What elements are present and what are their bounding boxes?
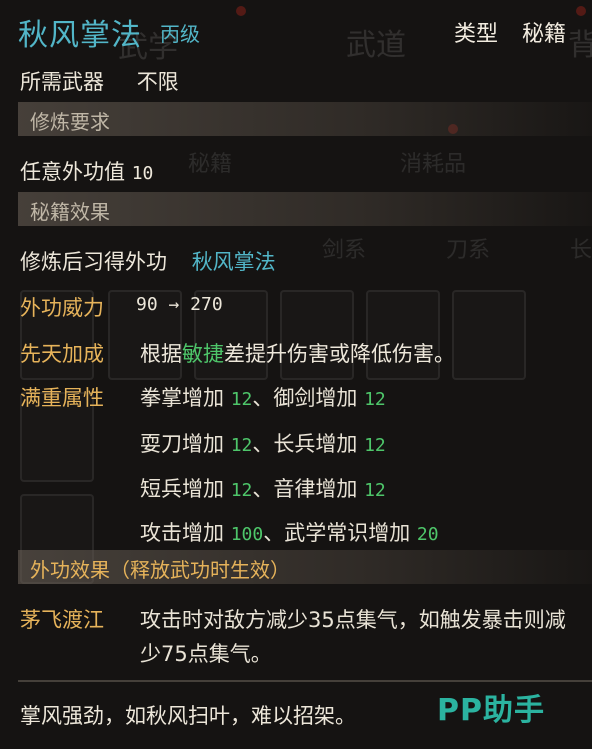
mastery-stat-name: 、音律增加 xyxy=(252,477,358,501)
mastery-row: 满重属性 xyxy=(20,382,104,412)
mastery-line: 拳掌增加 12、御剑增加 12 xyxy=(140,382,386,412)
effects-section-title: 秘籍效果 xyxy=(30,200,110,224)
mastery-stat-name: 攻击增加 xyxy=(140,521,224,545)
mastery-label: 满重属性 xyxy=(20,386,104,410)
mastery-line: 耍刀增加 12、长兵增加 12 xyxy=(140,428,386,458)
skill-effect-section-header: 外功效果（释放武功时生效） xyxy=(18,550,592,584)
skill-effect-text-line2: 少75点集气。 xyxy=(140,638,272,668)
skill-effect-text: 少75点集气。 xyxy=(140,642,272,666)
divider xyxy=(18,680,592,682)
innate-row: 先天加成 根据敏捷差提升伤害或降低伤害。 xyxy=(20,338,455,368)
requirement-value: 10 xyxy=(131,163,154,184)
mastery-line: 短兵增加 12、音律增加 12 xyxy=(140,473,386,503)
mastery-stat-name: 、御剑增加 xyxy=(252,386,358,410)
mastery-stat-name: 、长兵增加 xyxy=(252,432,358,456)
innate-attribute: 敏捷 xyxy=(182,342,224,366)
mastery-stat-value: 12 xyxy=(230,435,253,456)
learn-row: 修炼后习得外功 秋风掌法 xyxy=(20,246,276,276)
innate-label: 先天加成 xyxy=(20,342,104,366)
requirement-section-title: 修炼要求 xyxy=(30,110,110,134)
type-value: 秘籍 xyxy=(522,22,567,47)
mastery-stat-name: 拳掌增加 xyxy=(140,386,224,410)
requirement-row: 任意外功值 10 xyxy=(20,156,153,186)
weapon-row: 所需武器 不限 xyxy=(20,66,179,96)
mastery-line: 攻击增加 100、武学常识增加 20 xyxy=(140,517,439,547)
item-description: 掌风强劲，如秋风扫叶，难以招架。 xyxy=(20,704,356,728)
mastery-stat-value: 100 xyxy=(230,524,264,545)
pp-assistant-watermark: PP助手 xyxy=(437,693,545,728)
skill-effect-text: 攻击时对敌方减少35点集气，如触发暴击则减 xyxy=(140,608,566,632)
learn-label: 修炼后习得外功 xyxy=(20,250,167,274)
innate-suffix: 差提升伤害或降低伤害。 xyxy=(224,342,455,366)
skill-grade: 丙级 xyxy=(160,22,200,46)
skill-effect-name: 茅飞渡江 xyxy=(20,608,104,632)
mastery-stat-value: 20 xyxy=(416,524,439,545)
type-label: 类型 xyxy=(454,22,499,47)
effects-section-header: 秘籍效果 xyxy=(18,192,592,226)
mastery-stat-value: 12 xyxy=(364,435,386,456)
skill-effect-row: 茅飞渡江 xyxy=(20,604,104,634)
skill-effect-section-title: 外功效果（释放武功时生效） xyxy=(30,558,290,582)
skill-tooltip-panel: 秋风掌法 丙级 类型 秘籍 所需武器 不限 修炼要求 任意外功值 10 秘籍效果… xyxy=(0,0,592,749)
power-label: 外功威力 xyxy=(20,296,104,320)
power-value: 90 → 270 xyxy=(136,294,223,315)
mastery-stat-value: 12 xyxy=(364,389,386,410)
weapon-label: 所需武器 xyxy=(20,70,104,94)
skill-title: 秋风掌法 xyxy=(18,18,142,53)
innate-prefix: 根据 xyxy=(140,342,182,366)
mastery-stat-value: 12 xyxy=(364,480,386,501)
requirement-section-header: 修炼要求 xyxy=(18,102,592,136)
learn-skill-value: 秋风掌法 xyxy=(191,250,276,274)
mastery-stat-name: 短兵增加 xyxy=(140,477,224,501)
skill-effect-text-line1: 攻击时对敌方减少35点集气，如触发暴击则减 xyxy=(140,604,566,634)
mastery-stat-name: 、武学常识增加 xyxy=(263,521,411,545)
requirement-label: 任意外功值 xyxy=(20,160,125,184)
mastery-stat-value: 12 xyxy=(230,480,253,501)
mastery-stat-value: 12 xyxy=(230,389,253,410)
mastery-stat-name: 耍刀增加 xyxy=(140,432,224,456)
weapon-value: 不限 xyxy=(136,70,179,94)
power-row: 外功威力 90 → 270 xyxy=(20,292,223,322)
